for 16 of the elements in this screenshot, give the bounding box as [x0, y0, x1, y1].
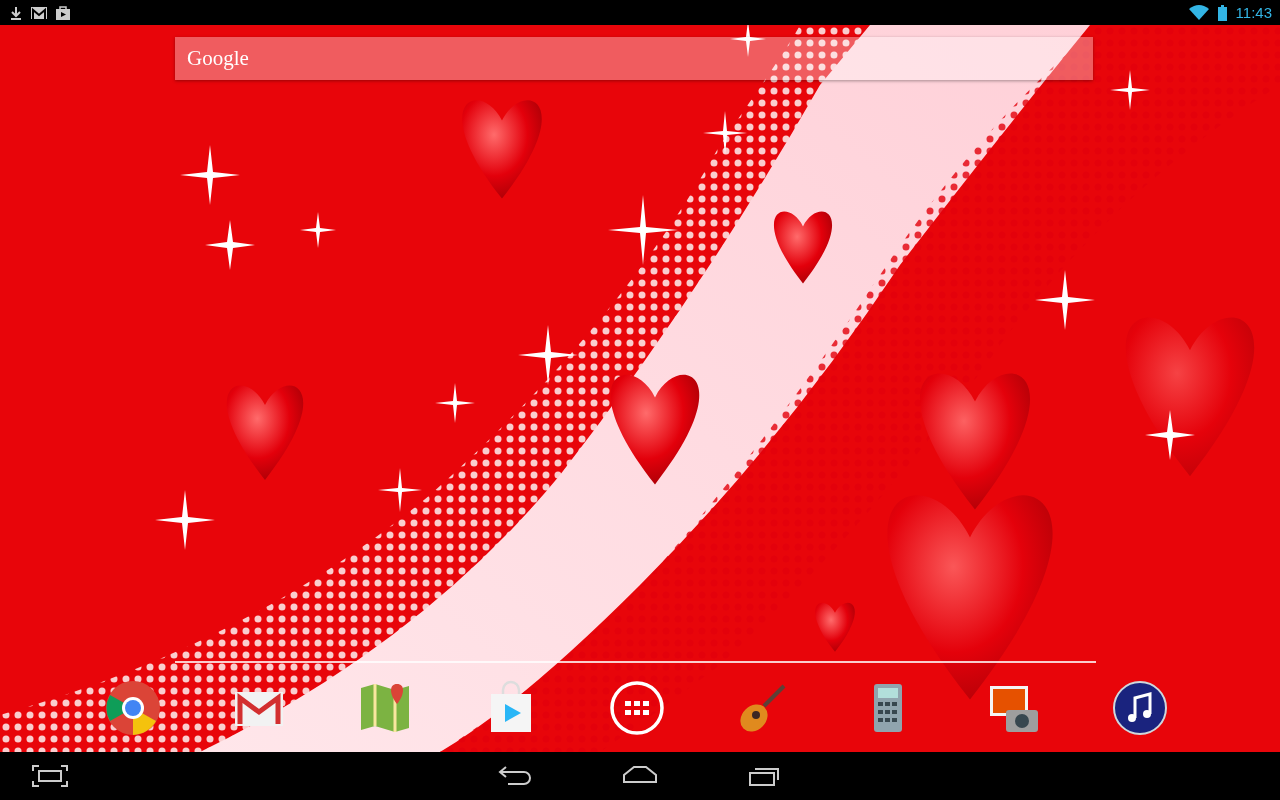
- download-icon: [10, 5, 22, 20]
- search-bar-label: Google: [187, 46, 249, 71]
- mail-icon: [31, 6, 47, 19]
- wifi-icon: [1188, 5, 1209, 20]
- browser-icon[interactable]: [105, 679, 161, 736]
- screenshot-icon[interactable]: [32, 765, 68, 787]
- shopping-bag-icon: [56, 5, 70, 20]
- heart: [815, 602, 855, 652]
- recent-apps-icon[interactable]: [748, 765, 782, 787]
- clock-time: 11:43: [1235, 4, 1272, 21]
- music-note-icon[interactable]: [1112, 679, 1168, 736]
- back-icon[interactable]: [498, 765, 532, 785]
- home-icon[interactable]: [622, 765, 658, 783]
- app-drawer-icon[interactable]: [608, 679, 665, 736]
- search-bar[interactable]: Google: [175, 37, 1093, 80]
- battery-icon: [1217, 4, 1227, 21]
